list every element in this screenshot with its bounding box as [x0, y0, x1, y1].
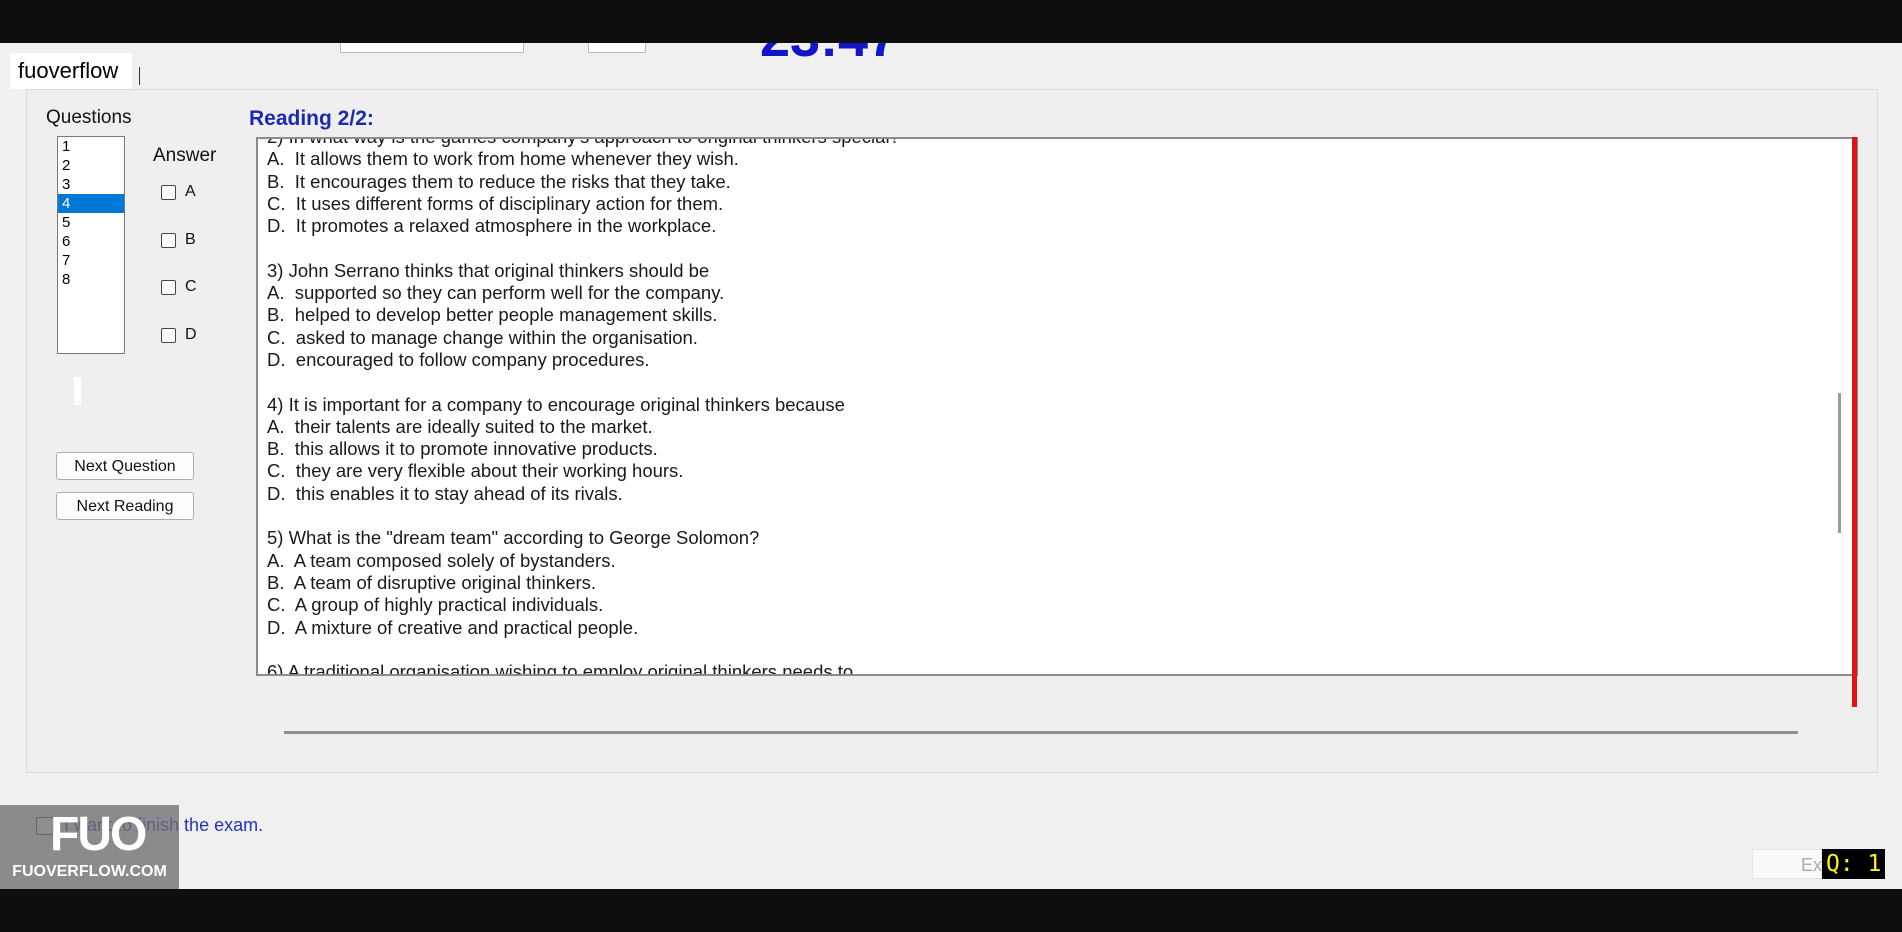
- reading-line: D. It promotes a relaxed atmosphere in t…: [267, 215, 717, 237]
- text-caret: [139, 67, 140, 85]
- question-list-item[interactable]: 5: [58, 213, 124, 232]
- next-reading-button[interactable]: Next Reading: [56, 492, 194, 520]
- question-list-item[interactable]: 1: [58, 137, 124, 156]
- answer-option-a[interactable]: A: [161, 183, 196, 201]
- reading-line: 3) John Serrano thinks that original thi…: [267, 259, 710, 281]
- answer-c-checkbox[interactable]: [161, 279, 176, 295]
- reading-line: C. they are very flexible about their wo…: [267, 460, 684, 482]
- answer-option-b[interactable]: B: [161, 231, 196, 249]
- question-list-item[interactable]: 6: [58, 232, 124, 251]
- answer-a-checkbox[interactable]: [161, 184, 176, 200]
- username-label: fuoverflow: [10, 53, 133, 89]
- reading-line: A. It allows them to work from home when…: [267, 148, 739, 170]
- horizontal-scrollbar[interactable]: [284, 731, 1798, 734]
- reading-blank-line: [267, 639, 900, 661]
- question-counter-badge: Q: 1: [1822, 849, 1886, 879]
- reading-line: 5) What is the "dream team" according to…: [267, 527, 760, 549]
- question-list[interactable]: 12345678: [57, 136, 125, 354]
- answer-b-checkbox[interactable]: [161, 232, 176, 248]
- reading-line: A. A team composed solely of bystanders.: [267, 549, 616, 571]
- reading-line: C. It uses different forms of disciplina…: [267, 192, 724, 214]
- logo-text: FUOVERFLOW.COM: [12, 863, 167, 880]
- progress-indicator: [74, 377, 81, 405]
- reading-line: B. this allows it to promote innovative …: [267, 438, 658, 460]
- reading-blank-line: [267, 505, 900, 527]
- reading-line: C. asked to manage change within the org…: [267, 326, 698, 348]
- answer-d-label: D: [185, 326, 197, 343]
- reading-line: 2) In what way is the games company's ap…: [267, 139, 900, 148]
- reading-line: A. their talents are ideally suited to t…: [267, 415, 653, 437]
- reading-line: A. supported so they can perform well fo…: [267, 282, 725, 304]
- red-marker-bar: [1852, 137, 1857, 707]
- answer-a-label: A: [185, 183, 196, 200]
- reading-textbox[interactable]: 2) In what way is the games company's ap…: [256, 137, 1858, 676]
- reading-blank-line: [267, 237, 900, 259]
- top-input-box[interactable]: [588, 43, 646, 53]
- question-list-item[interactable]: 8: [58, 270, 124, 289]
- reading-content: 2) In what way is the games company's ap…: [267, 139, 900, 676]
- reading-line: B. helped to develop better people manag…: [267, 304, 718, 326]
- answer-c-label: C: [185, 278, 197, 295]
- logo-mark: FUO: [50, 808, 147, 861]
- reading-title: Reading 2/2:: [249, 107, 374, 130]
- reading-line: C. A group of highly practical individua…: [267, 594, 604, 616]
- next-question-button[interactable]: Next Question: [56, 452, 194, 480]
- reading-blank-line: [267, 371, 900, 393]
- questions-label: Questions: [46, 107, 132, 128]
- countdown-timer: 23:47: [760, 43, 898, 65]
- reading-line: D. this enables it to stay ahead of its …: [267, 482, 623, 504]
- question-list-item[interactable]: 4: [58, 194, 124, 213]
- vertical-scrollbar-thumb[interactable]: [1838, 393, 1841, 533]
- answer-option-d[interactable]: D: [161, 326, 197, 344]
- question-list-item[interactable]: 7: [58, 251, 124, 270]
- reading-line: 4) It is important for a company to enco…: [267, 393, 845, 415]
- reading-line: B. It encourages them to reduce the risk…: [267, 170, 731, 192]
- question-list-item[interactable]: 3: [58, 175, 124, 194]
- reading-line: D. encouraged to follow company procedur…: [267, 348, 650, 370]
- answer-option-c[interactable]: C: [161, 278, 197, 296]
- exam-window: 23:47 fuoverflow FUO FUO FUO Questions 1…: [0, 43, 1902, 889]
- reading-line: 6) A traditional organisation wishing to…: [267, 661, 854, 676]
- exit-button[interactable]: Exit: [1752, 849, 1831, 879]
- answer-label: Answer: [153, 145, 217, 166]
- reading-line: B. A team of disruptive original thinker…: [267, 571, 597, 593]
- answer-b-label: B: [185, 231, 196, 248]
- question-list-item[interactable]: 2: [58, 156, 124, 175]
- watermark-logo-badge: FUO FUOVERFLOW.COM: [0, 805, 179, 889]
- top-combo-box[interactable]: [340, 43, 524, 53]
- reading-line: D. A mixture of creative and practical p…: [267, 616, 639, 638]
- answer-d-checkbox[interactable]: [161, 327, 176, 343]
